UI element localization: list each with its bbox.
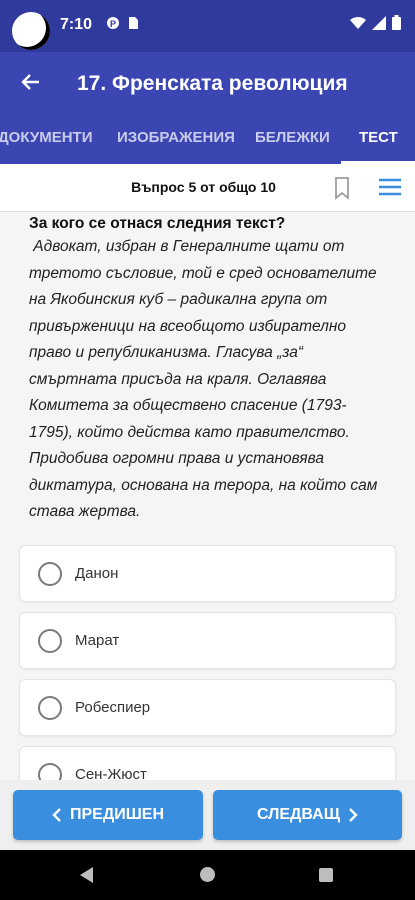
app-bar: 17. Френската революция — [0, 52, 415, 114]
question-text-line: става жертва. — [29, 503, 141, 520]
answer-option[interactable]: Марат — [19, 612, 396, 669]
answer-label: Данон — [75, 565, 119, 582]
question-title: За кого се отнася следния текст? — [29, 215, 286, 232]
answer-label: Марат — [75, 632, 120, 649]
arrow-left-icon — [21, 74, 39, 90]
question-text-line: на Якобинския куб – радикална група от — [29, 291, 328, 308]
status-icons-right — [350, 15, 401, 30]
question-counter: Въпрос 5 от общо 10 — [131, 179, 276, 195]
chevron-left-icon — [52, 808, 61, 822]
answer-option[interactable]: Данон — [19, 545, 396, 602]
status-bar: 7:10 P — [0, 0, 415, 52]
question-text: Адвокат, избран в Генералните щати от тр… — [29, 234, 389, 526]
tab-images[interactable]: ИЗОБРАЖЕНИЯ — [117, 114, 235, 164]
notification-icon: P — [107, 17, 119, 29]
radio-button[interactable] — [38, 629, 62, 653]
page-title: 17. Френската революция — [77, 72, 348, 95]
camera-cutout — [12, 12, 50, 50]
system-back-icon[interactable] — [80, 867, 94, 883]
question-text-line: Комитета за обществено спасение (1793- — [29, 397, 347, 414]
question-text-line: Адвокат, избран в Генералните щати от — [29, 238, 345, 255]
radio-button[interactable] — [38, 562, 62, 586]
back-button[interactable] — [16, 67, 46, 97]
question-text-line: диктатура, основана на терора, на който … — [29, 476, 378, 494]
tab-test[interactable]: ТЕСТ — [359, 114, 398, 164]
tab-bar: ДОКУМЕНТИ ИЗОБРАЖЕНИЯ БЕЛЕЖКИ ТЕСТ — [0, 114, 415, 164]
system-home-icon[interactable] — [200, 867, 215, 882]
answer-option[interactable]: Сен-Жюст — [19, 746, 396, 780]
status-icons-left: P — [106, 16, 140, 30]
question-text-line: право и републиканизма. Гласува „за“ — [29, 344, 304, 361]
answer-label: Робеспиер — [75, 699, 151, 716]
bookmark-icon[interactable] — [332, 176, 352, 200]
question-text-line: Придобива огромни права и установява — [29, 450, 325, 467]
question-text-line: третото съсловие, той е сред основателит… — [29, 264, 377, 282]
signal-icon — [372, 15, 386, 30]
answer-option[interactable]: Робеспиер — [19, 679, 396, 736]
radio-button[interactable] — [38, 696, 62, 720]
battery-icon — [392, 15, 401, 30]
sd-card-icon — [129, 17, 138, 29]
previous-button-label: ПРЕДИШЕН — [69, 806, 165, 823]
question-content: За кого се отнася следния текст? Адвокат… — [0, 212, 415, 780]
system-navigation-bar — [0, 850, 415, 900]
svg-text:P: P — [110, 19, 116, 29]
system-recents-icon[interactable] — [319, 868, 333, 882]
next-button-label: СЛЕДВАЩ — [256, 806, 341, 823]
chevron-right-icon — [349, 808, 358, 822]
wifi-icon — [350, 16, 366, 29]
question-text-line: смъртната присъда на краля. Оглавява — [29, 370, 327, 388]
radio-button[interactable] — [38, 763, 62, 780]
bottom-navigation: ПРЕДИШЕН СЛЕДВАЩ — [0, 780, 415, 850]
question-text-line: привърженици на всеобщото избирателно — [29, 317, 346, 335]
answer-label: Сен-Жюст — [75, 766, 147, 780]
question-text-line: 1795), който действа като правителство. — [29, 423, 350, 441]
status-time: 7:10 — [60, 16, 93, 33]
next-button[interactable]: СЛЕДВАЩ — [213, 790, 402, 840]
question-header: Въпрос 5 от общо 10 — [0, 164, 415, 212]
menu-icon[interactable] — [378, 177, 402, 197]
tab-notes[interactable]: БЕЛЕЖКИ — [255, 114, 330, 164]
previous-button[interactable]: ПРЕДИШЕН — [13, 790, 203, 840]
tab-documents[interactable]: ДОКУМЕНТИ — [0, 114, 93, 164]
